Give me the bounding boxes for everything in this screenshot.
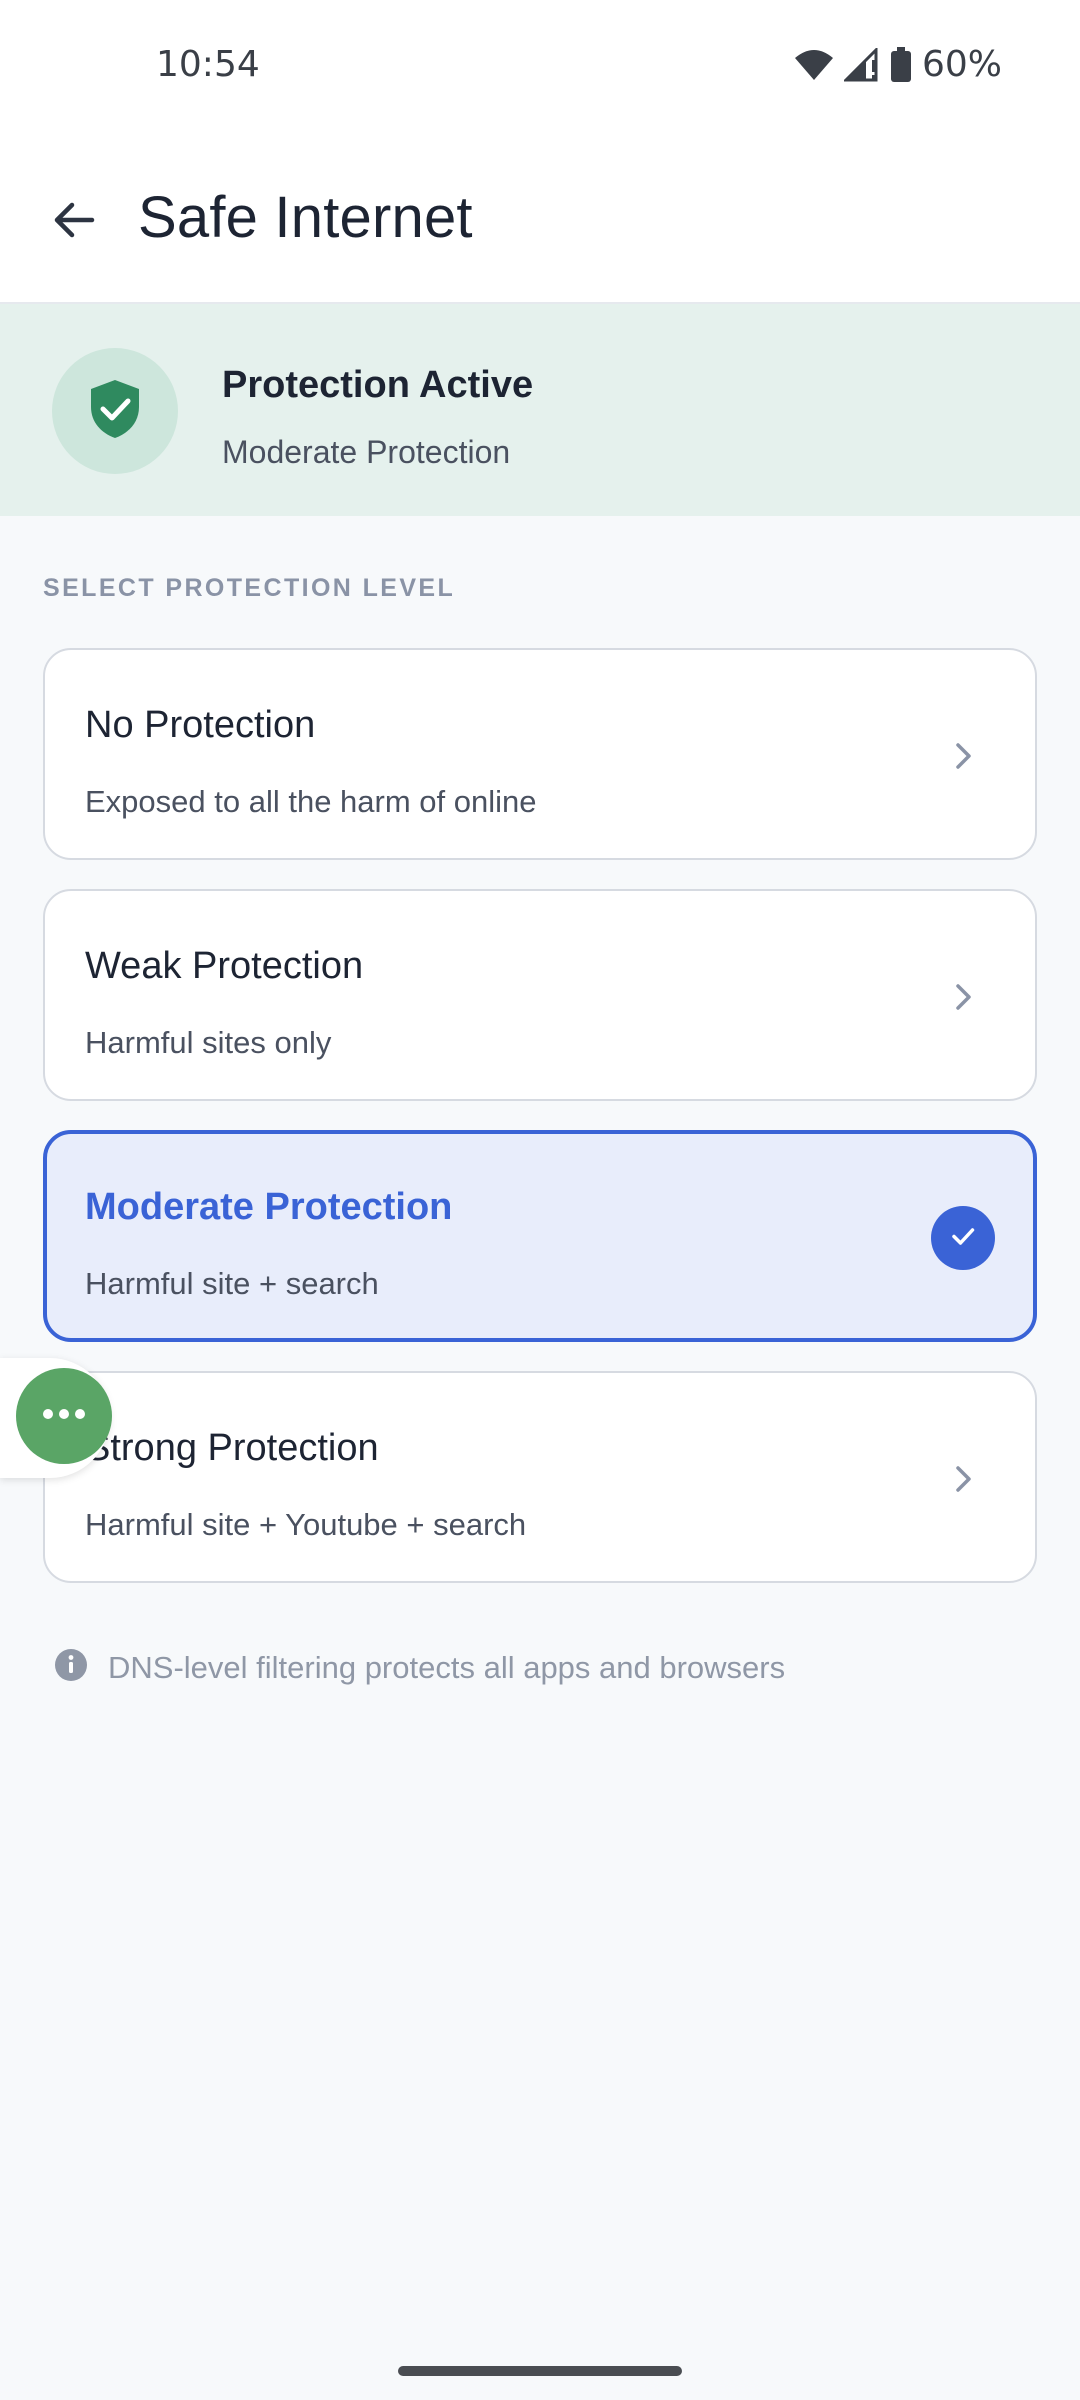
option-no-protection[interactable]: No Protection Exposed to all the harm of…: [43, 648, 1037, 860]
more-horizontal-icon: [42, 1407, 86, 1425]
status-time: 10:54: [156, 44, 260, 85]
floating-menu-button[interactable]: [16, 1368, 112, 1464]
option-title: Strong Protection: [85, 1427, 379, 1469]
option-description: Exposed to all the harm of online: [85, 784, 537, 819]
option-moderate-protection[interactable]: Moderate Protection Harmful site + searc…: [43, 1130, 1037, 1342]
option-title: Moderate Protection: [85, 1186, 453, 1228]
info-text: DNS-level filtering protects all apps an…: [108, 1649, 786, 1685]
option-title: No Protection: [85, 704, 316, 746]
shield-check-icon: [87, 378, 143, 445]
shield-badge: [52, 348, 178, 474]
chevron-right-icon: [945, 738, 981, 774]
back-button[interactable]: [38, 186, 110, 258]
info-note: DNS-level filtering protects all apps an…: [54, 1648, 785, 1687]
status-icons: 60%: [794, 44, 1002, 85]
page-title: Safe Internet: [138, 185, 473, 250]
home-indicator[interactable]: [398, 2366, 682, 2376]
banner-subtitle: Moderate Protection: [222, 434, 511, 470]
option-weak-protection[interactable]: Weak Protection Harmful sites only: [43, 889, 1037, 1101]
status-bar: 10:54 60%: [0, 0, 1080, 136]
option-description: Harmful sites only: [85, 1025, 332, 1060]
option-title: Weak Protection: [85, 945, 364, 987]
protection-status-banner: Protection Active Moderate Protection: [0, 304, 1080, 516]
selected-check-badge: [931, 1206, 995, 1270]
app-bar: Safe Internet: [0, 136, 1080, 304]
chevron-right-icon: [945, 1461, 981, 1497]
option-strong-protection[interactable]: Strong Protection Harmful site + Youtube…: [43, 1371, 1037, 1583]
wifi-icon: [794, 48, 834, 82]
arrow-left-icon: [50, 196, 98, 249]
checkmark-icon: [947, 1220, 979, 1257]
option-description: Harmful site + Youtube + search: [85, 1507, 527, 1542]
banner-title: Protection Active: [222, 364, 534, 406]
section-header: SELECT PROTECTION LEVEL: [43, 574, 456, 602]
battery-icon: [890, 46, 912, 83]
option-description: Harmful site + search: [85, 1266, 379, 1301]
cell-signal-icon: [843, 47, 880, 82]
battery-percent: 60%: [921, 44, 1002, 85]
chevron-right-icon: [945, 979, 981, 1015]
info-icon: [54, 1648, 88, 1687]
